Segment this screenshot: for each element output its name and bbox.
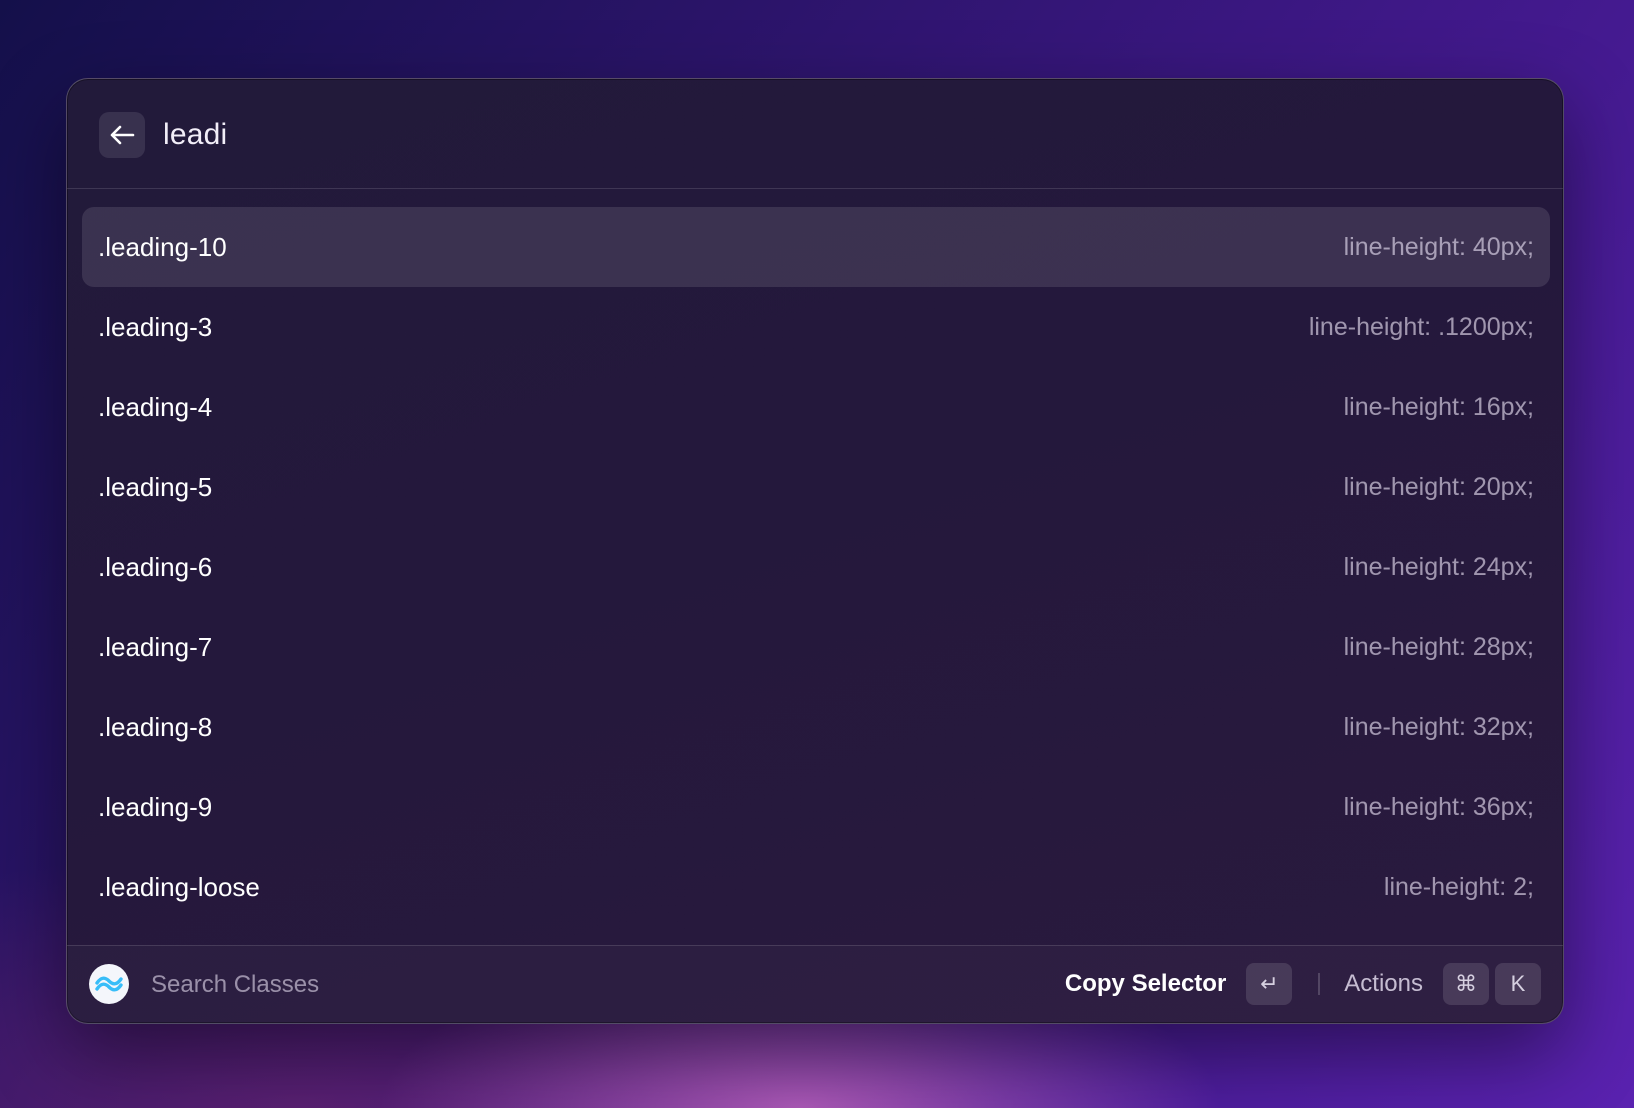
list-item[interactable]: .leading-10 line-height: 40px; [82, 207, 1550, 287]
tailwind-logo-icon [89, 964, 129, 1004]
class-value: line-height: 36px; [1343, 792, 1534, 821]
search-header: leadi [67, 79, 1563, 189]
class-name: .leading-loose [98, 871, 260, 902]
list-item[interactable]: .leading-loose line-height: 2; [82, 847, 1550, 927]
copy-selector-button[interactable]: Copy Selector [1065, 970, 1226, 998]
class-name: .leading-4 [98, 391, 213, 422]
actions-button[interactable]: Actions [1344, 970, 1423, 998]
return-key-icon: ↵ [1246, 963, 1293, 1005]
extension-title: Search Classes [151, 971, 320, 998]
list-item[interactable]: .leading-8 line-height: 32px; [82, 687, 1550, 767]
class-value: line-height: 16px; [1343, 392, 1534, 421]
class-value: line-height: 24px; [1343, 552, 1534, 581]
class-value: line-height: 28px; [1343, 632, 1534, 661]
back-button[interactable] [99, 112, 145, 158]
class-name: .leading-5 [98, 471, 213, 502]
divider [1318, 973, 1321, 995]
class-value: line-height: .1200px; [1308, 312, 1534, 341]
action-bar: Search Classes Copy Selector ↵ Actions ⌘… [67, 945, 1563, 1023]
list-item[interactable]: .leading-3 line-height: .1200px; [82, 287, 1550, 367]
class-value: line-height: 2; [1383, 872, 1534, 901]
list-item[interactable]: .leading-7 line-height: 28px; [82, 607, 1550, 687]
command-key-icon: ⌘ [1443, 963, 1489, 1005]
class-name: .leading-6 [98, 551, 213, 582]
command-window: leadi .leading-10 line-height: 40px; .le… [66, 78, 1564, 1024]
class-name: .leading-7 [98, 631, 213, 662]
class-name: .leading-10 [98, 231, 227, 262]
class-value: line-height: 20px; [1343, 472, 1534, 501]
list-item[interactable]: .leading-6 line-height: 24px; [82, 527, 1550, 607]
list-item[interactable]: .leading-5 line-height: 20px; [82, 447, 1550, 527]
class-name: .leading-9 [98, 791, 213, 822]
k-key: K [1495, 963, 1541, 1005]
class-name: .leading-8 [98, 711, 213, 742]
list-item[interactable]: .leading-4 line-height: 16px; [82, 367, 1550, 447]
class-value: line-height: 32px; [1343, 712, 1534, 741]
search-input[interactable]: leadi [163, 113, 227, 157]
class-name: .leading-3 [98, 311, 213, 342]
class-value: line-height: 40px; [1343, 232, 1534, 261]
arrow-left-icon [110, 125, 135, 145]
list-item[interactable]: .leading-9 line-height: 36px; [82, 767, 1550, 847]
results-list: .leading-10 line-height: 40px; .leading-… [82, 207, 1550, 927]
footer-actions: Copy Selector ↵ Actions ⌘ K [1065, 963, 1541, 1005]
